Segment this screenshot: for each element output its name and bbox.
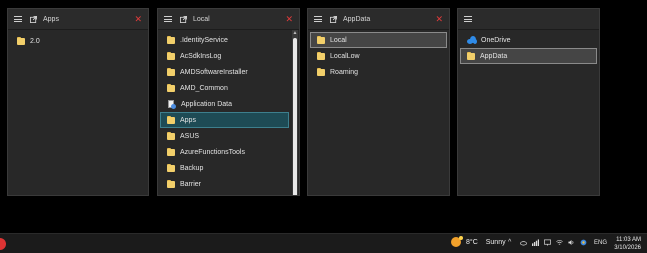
list-item[interactable]: Backup (160, 160, 289, 176)
item-label: AzureFunctionsTools (180, 148, 245, 156)
item-label: AcSdkInsLog (180, 52, 222, 60)
app-icon[interactable] (0, 238, 6, 250)
menu-icon[interactable] (14, 16, 22, 22)
pane-apps: Apps ✕ 2.0 (7, 8, 149, 196)
close-icon[interactable]: ✕ (134, 14, 142, 24)
item-label: AppData (480, 52, 508, 60)
onedrive-icon (467, 36, 477, 44)
weather-condition: Sunny (485, 238, 506, 246)
folder-icon (317, 36, 325, 44)
display-icon[interactable] (544, 239, 551, 246)
folder-icon (167, 68, 175, 76)
clock[interactable]: 11:03 AM 3/10/2026 (614, 236, 641, 252)
item-label: Roaming (330, 68, 359, 76)
clock-date: 3/10/2026 (614, 245, 641, 251)
item-label: AMDSoftwareInstaller (180, 68, 248, 76)
close-icon[interactable]: ✕ (285, 14, 293, 24)
open-external-icon[interactable] (30, 15, 37, 23)
folder-icon (317, 52, 325, 60)
sun-icon (451, 236, 463, 247)
item-label: Barrier (180, 180, 202, 188)
open-external-icon[interactable] (330, 15, 337, 23)
item-label: Application Data (181, 100, 232, 108)
pane-header: Local ✕ (158, 9, 299, 30)
folder-icon (167, 164, 175, 172)
close-icon[interactable]: ✕ (435, 14, 443, 24)
volume-icon[interactable] (568, 239, 575, 246)
scrollbar[interactable]: ▲ (292, 30, 298, 195)
copilot-icon[interactable] (580, 239, 587, 246)
list-item[interactable]: AMDSoftwareInstaller (160, 64, 289, 80)
network-icon[interactable] (532, 239, 539, 246)
list-item[interactable]: Application Data (160, 96, 289, 112)
pane-appdata: AppData ✕ Local LocalLow Roaming (307, 8, 450, 196)
folder-list: 2.0 (8, 30, 148, 195)
folder-icon (167, 180, 175, 188)
folder-icon (467, 52, 475, 60)
list-item-selected[interactable]: AppData (460, 48, 597, 64)
list-item[interactable]: AMD_Common (160, 80, 289, 96)
folder-icon (167, 116, 175, 124)
list-item[interactable]: 2.0 (10, 33, 146, 49)
pane-header (458, 9, 599, 30)
list-item[interactable]: LocalLow (310, 48, 447, 64)
list-item[interactable]: OneDrive (460, 32, 597, 48)
item-label: Apps (180, 116, 196, 124)
menu-icon[interactable] (164, 16, 172, 22)
weather-widget[interactable]: 8°C Sunny (451, 236, 506, 247)
pane-local: Local ✕ .IdentityService AcSdkInsLog AMD… (157, 8, 300, 196)
pane-title: Apps (43, 15, 59, 23)
item-label: OneDrive (481, 36, 511, 44)
scroll-up-arrow-icon[interactable]: ▲ (292, 30, 298, 36)
folder-icon (167, 52, 175, 60)
folder-list: OneDrive AppData (458, 30, 599, 195)
list-item[interactable]: Roaming (310, 64, 447, 80)
item-label: Backup (180, 164, 204, 172)
appdata-icon (167, 99, 176, 109)
item-label: Local (330, 36, 347, 44)
folder-icon (17, 37, 25, 45)
language-indicator[interactable]: ENG (594, 240, 607, 246)
chevron-up-icon[interactable]: ^ (508, 239, 515, 246)
item-label: LocalLow (330, 52, 360, 60)
item-label: 2.0 (30, 37, 40, 45)
cloud-tray-icon[interactable] (520, 239, 527, 246)
list-item[interactable]: ASUS (160, 128, 289, 144)
clock-time: 11:03 AM (616, 237, 641, 243)
menu-icon[interactable] (464, 16, 472, 22)
pane-root: OneDrive AppData (457, 8, 600, 196)
pane-header: AppData ✕ (308, 9, 449, 30)
item-label: .IdentityService (180, 36, 228, 44)
wifi-icon[interactable] (556, 239, 563, 246)
list-item-selected[interactable]: Apps (160, 112, 289, 128)
scroll-thumb[interactable] (293, 38, 297, 195)
list-item[interactable]: AzureFunctionsTools (160, 144, 289, 160)
folder-icon (167, 132, 175, 140)
list-item[interactable]: .IdentityService (160, 32, 289, 48)
open-external-icon[interactable] (180, 15, 187, 23)
system-tray: ^ ENG (508, 239, 607, 246)
folder-icon (167, 36, 175, 44)
list-item[interactable]: Barrier (160, 176, 289, 192)
folder-icon (167, 148, 175, 156)
taskbar: 8°C Sunny ^ ENG 11:03 AM 3/10/2026 (0, 233, 647, 253)
folder-icon (317, 68, 325, 76)
list-item[interactable]: AcSdkInsLog (160, 48, 289, 64)
item-label: ASUS (180, 132, 200, 140)
item-label: AMD_Common (180, 84, 228, 92)
folder-icon (167, 84, 175, 92)
pane-title: Local (193, 15, 210, 23)
pane-header: Apps ✕ (8, 9, 148, 30)
folder-list: .IdentityService AcSdkInsLog AMDSoftware… (158, 30, 291, 195)
pane-title: AppData (343, 15, 371, 23)
menu-icon[interactable] (314, 16, 322, 22)
weather-temp: 8°C (466, 238, 478, 246)
list-item-selected[interactable]: Local (310, 32, 447, 48)
folder-list: Local LocalLow Roaming (308, 30, 449, 195)
